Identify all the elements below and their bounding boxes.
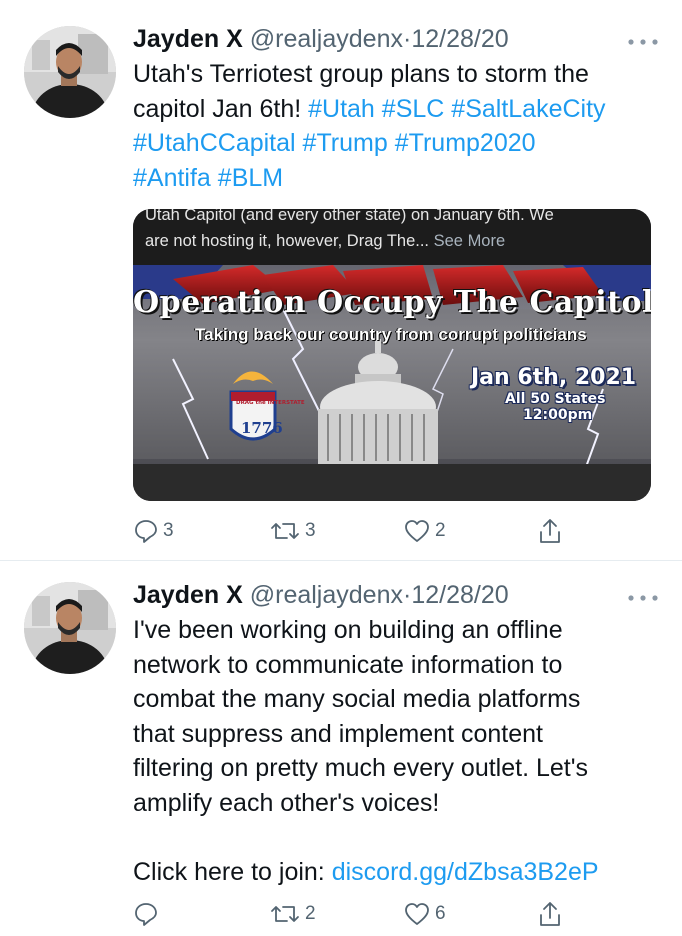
tweet-text-span: Utah's Terriotest group plans to storm t… bbox=[133, 60, 589, 88]
poster-date: Jan 6th, 2021 bbox=[471, 365, 637, 390]
card-caption[interactable]: Utah Capitol (and every other state) on … bbox=[133, 209, 651, 265]
avatar[interactable] bbox=[24, 26, 116, 118]
tweet-header: Jayden X @realjaydenx·12/28/20 bbox=[133, 24, 509, 54]
tweet[interactable]: Jayden X @realjaydenx·12/28/20 I've been… bbox=[0, 560, 682, 936]
like-icon bbox=[403, 901, 431, 927]
reply-button[interactable] bbox=[133, 899, 163, 929]
hashtag-link[interactable]: #UtahCCapital bbox=[133, 129, 296, 157]
tweet-text-span: filtering on pretty much every outlet. L… bbox=[133, 754, 588, 782]
reply-count: 3 bbox=[163, 520, 174, 541]
like-icon bbox=[403, 518, 431, 544]
avatar[interactable] bbox=[24, 582, 116, 674]
tweet-text-span: capitol Jan 6th! bbox=[133, 94, 309, 123]
tweet-text-span: I've been working on building an offline bbox=[133, 616, 563, 644]
author-name[interactable]: Jayden X bbox=[133, 25, 243, 53]
reply-icon bbox=[133, 901, 159, 927]
tweet-text-span bbox=[296, 129, 303, 157]
retweet-count: 2 bbox=[305, 903, 316, 924]
caption-line-2: are not hosting it, however, Drag The... bbox=[145, 232, 430, 250]
poster-time: 12:00pm bbox=[523, 407, 593, 423]
reply-button[interactable]: 3 bbox=[133, 516, 174, 546]
poster-title: Operation Occupy The Capitol bbox=[133, 285, 651, 320]
like-button[interactable]: 2 bbox=[403, 516, 446, 546]
hashtag-link[interactable]: #SaltLakeCity bbox=[451, 95, 605, 123]
event-card[interactable]: Utah Capitol (and every other state) on … bbox=[133, 209, 651, 501]
retweet-button[interactable]: 3 bbox=[269, 516, 316, 546]
like-button[interactable]: 6 bbox=[403, 899, 446, 929]
tweet-date[interactable]: 12/28/20 bbox=[411, 25, 508, 53]
poster-subtitle: Taking back our country from corrupt pol… bbox=[195, 325, 587, 344]
tweet-text-span: combat the many social media platforms bbox=[133, 685, 581, 713]
tweet-text-span bbox=[211, 164, 218, 192]
hashtag-link[interactable]: #BLM bbox=[218, 164, 283, 192]
poster-states: All 50 States bbox=[505, 391, 606, 407]
caption-line-1: Utah Capitol (and every other state) on … bbox=[145, 209, 554, 224]
hashtag-link[interactable]: #Trump bbox=[303, 129, 388, 157]
tweet-header: Jayden X @realjaydenx·12/28/20 bbox=[133, 580, 509, 610]
see-more-link[interactable]: See More bbox=[434, 232, 506, 250]
share-icon bbox=[537, 517, 563, 545]
tweet[interactable]: Jayden X @realjaydenx·12/28/20 Utah's Te… bbox=[0, 0, 682, 560]
retweet-icon bbox=[269, 518, 301, 544]
tweet-text-span bbox=[388, 129, 395, 157]
share-button[interactable] bbox=[537, 899, 563, 929]
tweet-actions: 2 6 bbox=[133, 899, 573, 929]
retweet-button[interactable]: 2 bbox=[269, 899, 316, 929]
more-icon[interactable] bbox=[626, 34, 660, 45]
tweet-text-span bbox=[375, 95, 382, 123]
tweet-text-span: that suppress and implement content bbox=[133, 719, 543, 748]
reply-icon bbox=[133, 518, 159, 544]
author-handle[interactable]: @realjaydenx bbox=[250, 25, 403, 53]
tweet-text-span: amplify each other's voices! bbox=[133, 788, 440, 817]
hashtag-link[interactable]: #Antifa bbox=[133, 164, 211, 192]
like-count: 2 bbox=[435, 520, 446, 541]
retweet-count: 3 bbox=[305, 520, 316, 541]
tweet-text: Utah's Terriotest group plans to storm t… bbox=[133, 57, 658, 195]
badge-year: 1776 bbox=[241, 419, 283, 437]
author-handle[interactable]: @realjaydenx bbox=[250, 581, 403, 609]
share-button[interactable] bbox=[537, 516, 563, 546]
hashtag-link[interactable]: #SLC bbox=[382, 95, 445, 123]
tweet-text-span: network to communicate information to bbox=[133, 650, 563, 679]
author-name[interactable]: Jayden X bbox=[133, 581, 243, 609]
badge-label: DRAG the INTERSTATE bbox=[236, 400, 305, 406]
tweet-date[interactable]: 12/28/20 bbox=[411, 581, 508, 609]
hashtag-link[interactable]: #Utah bbox=[308, 95, 375, 123]
share-icon bbox=[537, 900, 563, 928]
tweet-actions: 3 3 2 bbox=[133, 516, 573, 546]
more-icon[interactable] bbox=[626, 590, 660, 601]
hashtag-link[interactable]: #Trump2020 bbox=[395, 129, 536, 157]
tweet-text: I've been working on building an offline… bbox=[133, 613, 658, 889]
url-link[interactable]: discord.gg/dZbsa3B2eP bbox=[332, 858, 599, 886]
retweet-icon bbox=[269, 901, 301, 927]
like-count: 6 bbox=[435, 903, 446, 924]
tweet-text-span: Click here to join: bbox=[133, 857, 332, 886]
